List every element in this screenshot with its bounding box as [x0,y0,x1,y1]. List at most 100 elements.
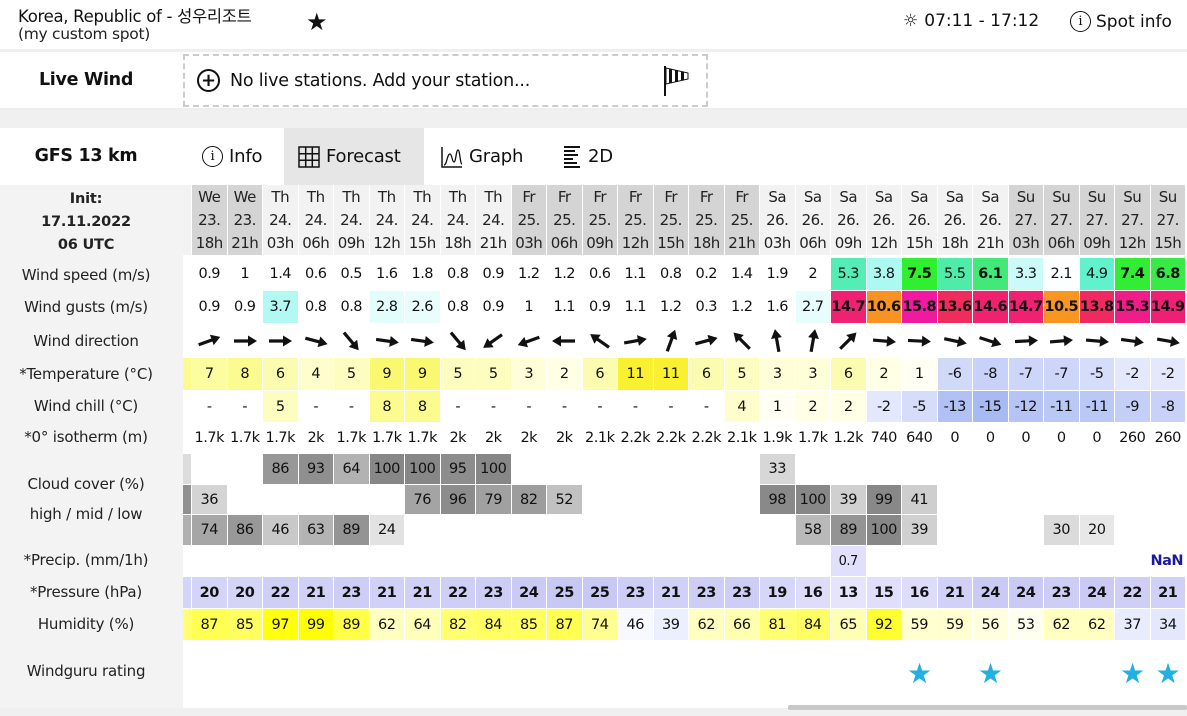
wind-direction-cell [228,324,263,357]
spot-title: Korea, Republic of - 성우리조트 [18,7,252,26]
header-date: 26. [979,210,1002,229]
wind-arrow-icon [807,328,819,352]
header-hour: 12h [373,233,401,252]
rating-cell [618,641,654,705]
label-rating: Windguru rating [26,662,146,680]
cloud-mid-cell: 36 [192,485,228,514]
header-hour: 03h [515,233,543,252]
isotherm-cell: 2.2k [654,423,689,453]
cloud-low-cell [405,515,441,545]
cloud-high-cell [938,454,973,484]
cloud-low-cell: 100 [866,515,902,545]
time-header: Fr 25. 06h [547,185,583,255]
header-date: 24. [340,210,363,229]
horizontal-scrollbar[interactable] [788,705,1187,710]
wind-speed-cell: 6.1 [973,258,1009,290]
plus-circle-icon: + [197,69,220,92]
wind-speed-cell: 1 [227,258,263,290]
header-hour: 18h [941,233,969,252]
cloud-high-cell: 86 [263,454,299,484]
cloud-low-cell: 89 [334,515,370,545]
isotherm-cell: 0 [973,423,1009,453]
pressure-cell: 25 [582,577,618,608]
time-header: Sa 26. 09h [831,185,867,255]
cloud-mid-cell [299,485,334,514]
cloud-high-cell [796,454,831,484]
humidity-cell: 99 [298,609,334,640]
humidity-cell: 66 [724,609,760,640]
header-hour: 09h [834,233,863,252]
wind-speed-cell: 5.3 [831,258,867,290]
wind-direction-cell [547,324,583,357]
temperature-cell: -8 [973,358,1009,390]
header-hour: 06h [799,233,827,252]
forecast-column: Fr 25. 06h 1.2 1.1 2-2k 52 25 87 [547,185,583,708]
header-hour: 15h [905,233,934,252]
rating-cell [796,641,831,705]
grid-icon [298,145,320,168]
wind-arrow-icon [517,335,540,347]
wind-gust-cell: 14.7 [1008,291,1044,323]
model-name: GFS 13 km [34,146,138,166]
isotherm-cell: 260 [1115,423,1151,453]
tab-graph[interactable]: Graph [427,128,537,185]
spot-info-button[interactable]: i Spot info [1070,11,1172,32]
pressure-cell [183,577,192,608]
header-date: 24. [304,210,328,229]
pressure-cell: 23 [476,577,512,608]
rating-star-icon: ★ [977,656,1003,690]
forecast-column: Su 27. 15h 6.8 14.9 -2 -8 260 NaN 21 34 ★ [1150,185,1186,708]
cloud-high-cell: 100 [405,454,441,484]
header-date: 27. [1050,210,1073,229]
temperature-cell: 2 [547,358,583,390]
forecast-column: Sa 26. 09h 5.3 14.7 6 2 1.2k 39 89 0.7 13 65 [831,185,867,708]
label-cloud-cover: Cloud cover (%) [27,475,145,493]
cloud-low-cell [583,515,618,545]
header-day: Su [1052,187,1071,206]
temperature-cell: -6 [937,358,973,390]
forecast-column: Sa 26. 12h 3.8 10.6 2 -2 740 99 100 15 92 [866,185,902,708]
wind-arrow-icon [1014,334,1038,346]
temperature-cell: 11 [653,358,689,390]
row-labels: Init: 17.11.2022 06 UTC Wind speed (m/s)… [0,185,183,708]
star-icon[interactable]: ★ [306,8,328,36]
wind-arrow-icon [979,335,1002,347]
time-header: Th 24. 06h [298,185,334,255]
precip-cell [228,546,263,576]
wind-arrow-icon [375,335,399,347]
pressure-cell: 20 [227,577,263,608]
temperature-cell [183,358,192,390]
wind-speed-cell: 5.5 [937,258,973,290]
humidity-cell: 34 [1150,609,1186,640]
temperature-cell: 6 [582,358,618,390]
time-header: Th 24. 12h [369,185,405,255]
humidity-cell: 59 [937,609,973,640]
cloud-mid-cell [228,485,263,514]
add-station-button[interactable]: + No live stations. Add your station... [183,54,708,107]
isotherm-cell: 2k [512,423,547,453]
wind-chill-cell: - [441,391,476,422]
rating-cell [476,641,512,705]
humidity-cell: 56 [973,609,1009,640]
rating-cell [512,641,547,705]
header-day: Su [1016,187,1036,206]
init-label: Init: [69,191,103,207]
precip-cell [654,546,689,576]
header-hour: 12h [870,233,898,252]
wind-chill-cell: -8 [1150,391,1186,422]
wind-speed-cell: 7.5 [902,258,938,290]
tab-forecast[interactable]: Forecast [284,128,424,185]
wind-chill-cell: - [654,391,689,422]
isotherm-cell: 1.7k [796,423,831,453]
time-header: Th 24. 09h [334,185,370,255]
temperature-cell: 5 [334,358,370,390]
wind-direction-cell [512,324,547,357]
wind-gust-cell: 14.6 [973,291,1009,323]
tab-2d[interactable]: 2D [550,128,627,185]
precip-cell [583,546,618,576]
wind-arrow-icon [665,329,677,352]
header-date: 26. [872,210,896,229]
humidity-cell: 59 [902,609,938,640]
header-day: Th [342,187,361,206]
tab-info[interactable]: i Info [188,128,276,185]
